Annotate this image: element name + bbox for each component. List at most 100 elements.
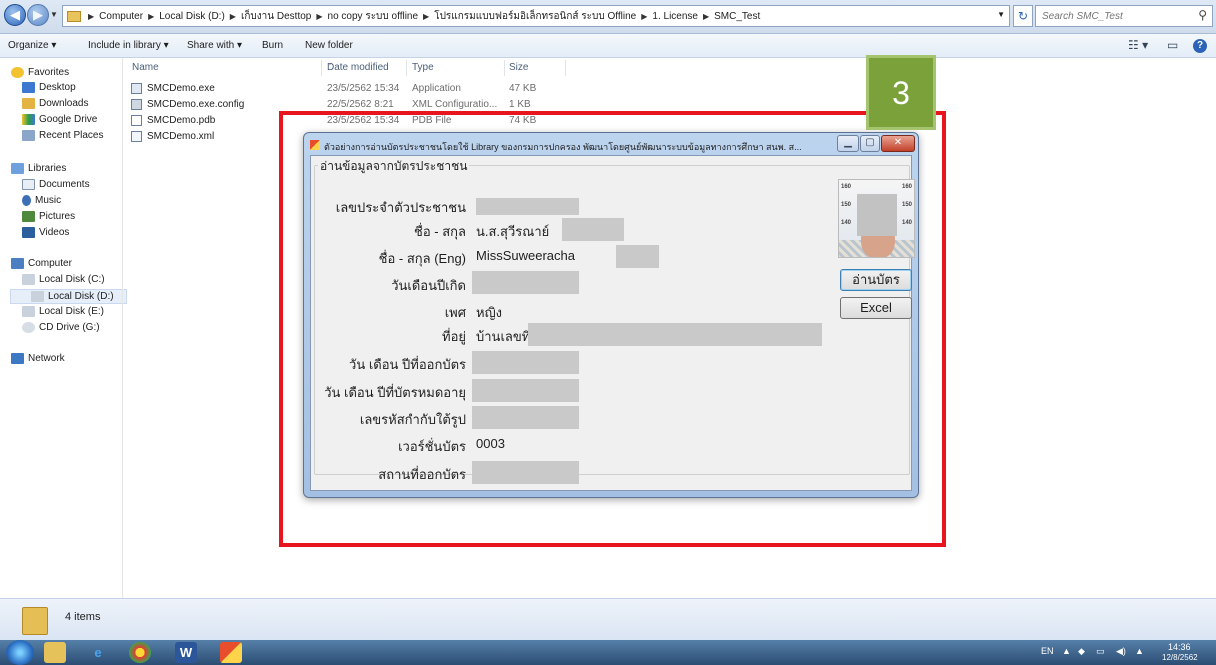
address-bar: ◀ ▶ ▼ ▶ Computer ▶ Local Disk (D:) ▶ เก็… — [0, 0, 1216, 34]
network-tray-icon[interactable]: ▭ — [1096, 646, 1105, 657]
nav-documents[interactable]: Documents — [22, 179, 90, 190]
nav-label: Music — [35, 195, 62, 206]
breadcrumb-item[interactable]: Local Disk (D:) — [159, 11, 225, 22]
nav-local-disk-d[interactable]: Local Disk (D:) — [10, 289, 127, 304]
column-separator[interactable] — [406, 60, 407, 76]
breadcrumb-item[interactable]: โปรแกรมแบบฟอร์มอิเล็กทรอนิกส์ ระบบ Offli… — [434, 9, 636, 24]
start-button[interactable] — [6, 640, 34, 665]
pictures-icon — [22, 211, 35, 222]
new-folder-button[interactable]: New folder — [305, 40, 353, 51]
folder-icon — [22, 607, 48, 635]
refresh-button[interactable]: ↻ — [1013, 5, 1033, 27]
burn-button[interactable]: Burn — [262, 40, 283, 51]
nav-desktop[interactable]: Desktop — [22, 82, 76, 93]
back-arrow-icon: ◀ — [10, 7, 20, 22]
chevron-down-icon[interactable]: ▼ — [997, 10, 1005, 19]
column-header-name[interactable]: Name — [132, 62, 159, 73]
file-size: 47 KB — [509, 83, 537, 94]
folder-icon — [67, 10, 81, 22]
breadcrumb[interactable]: ▶ Computer ▶ Local Disk (D:) ▶ เก็บงาน D… — [62, 5, 1010, 27]
column-header-size[interactable]: Size — [509, 62, 528, 73]
highlight-box — [279, 111, 946, 547]
nav-local-disk-e[interactable]: Local Disk (E:) — [22, 306, 104, 317]
nav-cd-drive-g[interactable]: CD Drive (G:) — [22, 322, 100, 333]
breadcrumb-item[interactable]: SMC_Test — [714, 11, 760, 22]
desktop-screen: ◀ ▶ ▼ ▶ Computer ▶ Local Disk (D:) ▶ เก็… — [0, 0, 1216, 665]
breadcrumb-item[interactable]: Computer — [99, 11, 143, 22]
nav-label: Downloads — [39, 98, 89, 109]
music-icon — [22, 195, 31, 206]
search-box[interactable]: ⚲ — [1035, 5, 1213, 27]
explorer-taskbar-icon[interactable] — [44, 642, 66, 663]
clock-date[interactable]: 12/8/2562 — [1162, 653, 1198, 662]
xml-file-icon — [131, 131, 142, 142]
sync-tray-icon[interactable]: ▲ — [1135, 646, 1144, 656]
clock-time[interactable]: 14:36 — [1168, 642, 1191, 652]
application-icon — [131, 83, 142, 94]
breadcrumb-item[interactable]: no copy ระบบ offline — [328, 9, 419, 24]
chevron-right-icon: ▶ — [316, 11, 323, 21]
view-options-icon[interactable]: ☷ ▾ — [1128, 38, 1148, 52]
breadcrumb-item[interactable]: เก็บงาน Desttop — [241, 9, 311, 24]
recent-places-icon — [22, 130, 35, 141]
show-hidden-icons-icon[interactable]: ▲ — [1062, 646, 1071, 656]
word-taskbar-icon[interactable]: W — [175, 642, 197, 663]
column-header-type[interactable]: Type — [412, 62, 434, 73]
nav-label: Libraries — [28, 163, 67, 174]
chevron-right-icon: ▶ — [423, 11, 430, 21]
chevron-right-icon: ▶ — [229, 11, 236, 21]
search-input[interactable] — [1036, 6, 1186, 26]
nav-google-drive[interactable]: Google Drive — [22, 114, 97, 125]
nav-label: CD Drive (G:) — [39, 322, 100, 333]
nav-label: Local Disk (C:) — [39, 274, 105, 285]
nav-label: Network — [28, 353, 65, 364]
recent-pages-dropdown[interactable]: ▼ — [50, 10, 58, 19]
nav-computer[interactable]: Computer — [11, 258, 72, 269]
smcdemo-taskbar-icon[interactable] — [220, 642, 242, 663]
file-name: SMCDemo.exe — [147, 83, 215, 94]
nav-label: Favorites — [28, 67, 70, 78]
nav-local-disk-c[interactable]: Local Disk (C:) — [22, 274, 105, 285]
file-name: SMCDemo.exe.config — [147, 99, 245, 110]
chrome-taskbar-icon[interactable] — [129, 642, 151, 663]
nav-downloads[interactable]: Downloads — [22, 98, 88, 109]
nav-libraries[interactable]: Libraries — [11, 163, 66, 174]
column-separator[interactable] — [504, 60, 505, 76]
nav-label: Computer — [28, 258, 72, 269]
desktop-icon — [22, 82, 35, 93]
nav-music[interactable]: Music — [22, 195, 61, 206]
organize-menu[interactable]: Organize ▾ — [8, 40, 56, 51]
details-pane: 4 items — [0, 598, 1216, 640]
preview-pane-icon[interactable]: ▭ — [1167, 38, 1178, 52]
nav-videos[interactable]: Videos — [22, 227, 69, 238]
file-type: XML Configuratio... — [412, 99, 498, 110]
file-row[interactable]: SMCDemo.exe 23/5/2562 15:34 Application … — [123, 82, 563, 98]
nav-favorites[interactable]: Favorites — [11, 67, 69, 78]
share-with-menu[interactable]: Share with ▾ — [187, 40, 242, 51]
star-icon — [11, 67, 24, 78]
nav-recent-places[interactable]: Recent Places — [22, 130, 103, 141]
include-in-library-menu[interactable]: Include in library ▾ — [88, 40, 169, 51]
command-bar: Organize ▾ Include in library ▾ Share wi… — [0, 34, 1216, 58]
column-header-modified[interactable]: Date modified — [327, 62, 389, 73]
help-icon[interactable]: ? — [1193, 39, 1207, 53]
back-button[interactable]: ◀ — [4, 4, 26, 26]
file-type: Application — [412, 83, 461, 94]
config-file-icon — [131, 99, 142, 110]
drive-icon — [22, 274, 35, 285]
internet-explorer-taskbar-icon[interactable]: e — [87, 642, 109, 663]
breadcrumb-item[interactable]: 1. License — [652, 11, 698, 22]
volume-icon[interactable]: ◀) — [1116, 646, 1126, 657]
nav-pictures[interactable]: Pictures — [22, 211, 75, 222]
language-indicator[interactable]: EN — [1041, 646, 1054, 656]
cd-drive-icon — [22, 322, 35, 333]
search-icon[interactable]: ⚲ — [1198, 8, 1207, 22]
nav-network[interactable]: Network — [11, 353, 65, 364]
nav-label: Videos — [39, 227, 70, 238]
column-separator[interactable] — [321, 60, 322, 76]
forward-button[interactable]: ▶ — [27, 4, 49, 26]
column-separator[interactable] — [565, 60, 566, 76]
tray-app-icon[interactable]: ◆ — [1078, 646, 1085, 657]
chevron-right-icon: ▶ — [641, 11, 648, 21]
navigation-pane: Favorites Desktop Downloads Google Drive… — [0, 58, 127, 598]
